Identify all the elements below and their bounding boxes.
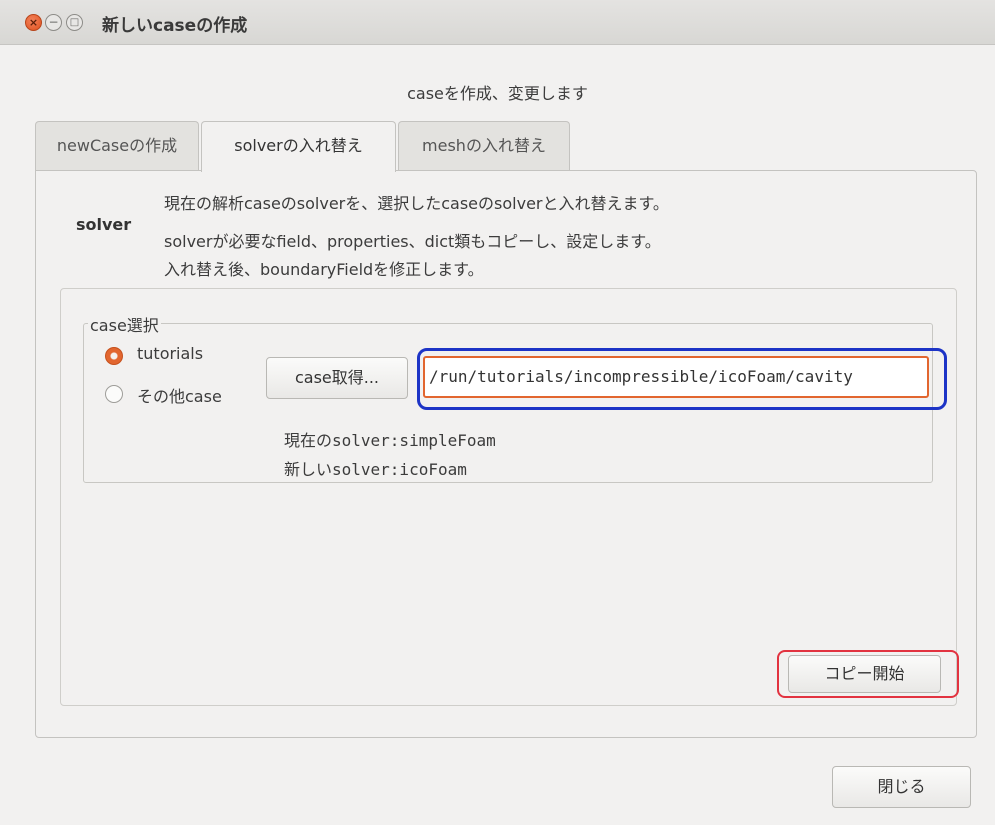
solver-label: solver <box>76 215 132 234</box>
tab-mesh-replace[interactable]: meshの入れ替え <box>398 121 570 170</box>
maximize-window-icon[interactable]: □ <box>66 14 83 31</box>
dialog-subtitle: caseを作成、変更します <box>407 84 588 103</box>
tutorials-radio-label[interactable]: tutorials <box>137 344 203 363</box>
description-line-3: 入れ替え後、boundaryFieldを修正します。 <box>164 260 484 279</box>
current-solver-text: 現在のsolver:simpleFoam <box>284 431 496 450</box>
minimize-window-icon[interactable]: − <box>45 14 62 31</box>
other-case-radio[interactable] <box>105 385 123 403</box>
description-line-2: solverが必要なfield、properties、dict類もコピーし、設定… <box>164 232 661 251</box>
description-line-1: 現在の解析caseのsolverを、選択したcaseのsolverと入れ替えます… <box>164 194 669 213</box>
tab-solver-replace[interactable]: solverの入れ替え <box>201 121 396 172</box>
other-case-radio-label[interactable]: その他case <box>137 383 222 407</box>
tab-newcase[interactable]: newCaseの作成 <box>35 121 199 170</box>
get-case-button[interactable]: case取得... <box>266 357 408 399</box>
case-select-group-label: case選択 <box>88 312 161 336</box>
window-titlebar: × − □ 新しいcaseの作成 <box>0 0 995 45</box>
copy-highlight-annotation <box>777 650 959 698</box>
path-highlight-annotation <box>417 348 947 410</box>
new-solver-text: 新しいsolver:icoFoam <box>284 460 467 479</box>
close-button[interactable]: 閉じる <box>832 766 971 808</box>
close-window-icon[interactable]: × <box>25 14 42 31</box>
window-title: 新しいcaseの作成 <box>102 16 248 36</box>
tutorials-radio[interactable] <box>105 347 123 365</box>
